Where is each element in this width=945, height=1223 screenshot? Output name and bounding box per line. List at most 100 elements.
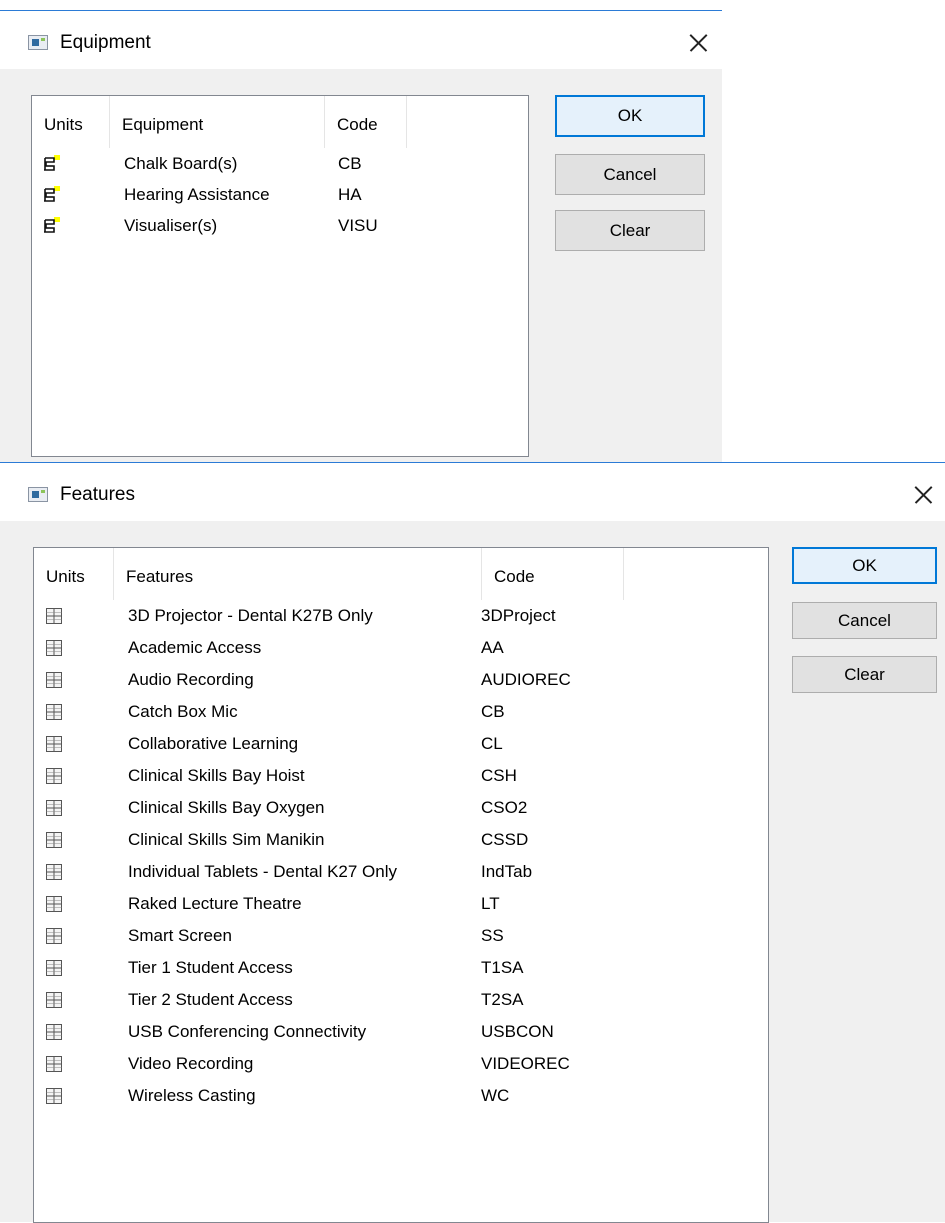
list-item[interactable]: Wireless Casting WC [34, 1080, 768, 1111]
features-list-header: Units Features Code [34, 548, 768, 600]
item-code: AA [481, 638, 504, 657]
list-item[interactable]: Audio Recording AUDIOREC [34, 664, 768, 695]
item-code: CB [338, 154, 362, 173]
list-item[interactable]: Tier 2 Student Access T2SA [34, 984, 768, 1015]
list-item[interactable]: Tier 1 Student Access T1SA [34, 952, 768, 983]
feature-grid-icon [44, 702, 64, 722]
features-list[interactable]: Units Features Code 3D Projector - Denta… [33, 547, 769, 1223]
feature-grid-icon [44, 734, 64, 754]
column-header-units[interactable]: Units [32, 96, 110, 148]
feature-grid-icon [44, 766, 64, 786]
features-dialog-title: Features [60, 484, 135, 505]
item-code: USBCON [481, 1022, 554, 1041]
equipment-icon [42, 185, 62, 205]
item-code: AUDIOREC [481, 670, 571, 689]
features-dialog: Features Units Features Code 3D Projecto… [0, 462, 945, 1223]
item-code: IndTab [481, 862, 533, 881]
column-header-units[interactable]: Units [34, 548, 114, 600]
feature-grid-icon [44, 1022, 64, 1042]
list-item[interactable]: Clinical Skills Bay Oxygen CSO2 [34, 792, 768, 823]
item-code: VIDEOREC [481, 1054, 570, 1073]
app-window-icon [28, 487, 48, 502]
feature-grid-icon [44, 606, 64, 626]
column-header-features[interactable]: Features [114, 548, 482, 600]
item-name: USB Conferencing Connectivity [128, 1022, 367, 1041]
column-header-code[interactable]: Code [325, 96, 407, 148]
item-name: Visualiser(s) [124, 216, 218, 235]
item-code: CL [481, 734, 503, 753]
cancel-button[interactable]: Cancel [555, 154, 705, 195]
feature-grid-icon [44, 990, 64, 1010]
list-item[interactable]: Clinical Skills Sim Manikin CSSD [34, 824, 768, 855]
list-item[interactable]: Raked Lecture Theatre LT [34, 888, 768, 919]
item-code: CSSD [481, 830, 529, 849]
list-item[interactable]: Individual Tablets - Dental K27 Only IndT… [34, 856, 768, 887]
cancel-button[interactable]: Cancel [792, 602, 937, 639]
item-name: Clinical Skills Bay Oxygen [128, 798, 325, 817]
equipment-dialog: Equipment Units Equipment Code Chalk Boa… [0, 10, 722, 462]
equipment-titlebar: Equipment [0, 11, 722, 69]
list-item[interactable]: Visualiser(s) VISU [32, 210, 528, 241]
item-name: Clinical Skills Bay Hoist [128, 766, 305, 785]
item-name: Academic Access [128, 638, 262, 657]
item-name: Chalk Board(s) [124, 154, 238, 173]
close-icon[interactable] [903, 477, 943, 513]
item-name: Video Recording [128, 1054, 254, 1073]
equipment-icon [42, 216, 62, 236]
close-icon[interactable] [678, 25, 718, 61]
ok-button[interactable]: OK [792, 547, 937, 584]
item-name: Smart Screen [128, 926, 232, 945]
item-name: Tier 2 Student Access [128, 990, 293, 1009]
list-item[interactable]: Academic Access AA [34, 632, 768, 663]
item-name: Clinical Skills Sim Manikin [128, 830, 325, 849]
item-name: 3D Projector - Dental K27B Only [128, 606, 373, 625]
item-code: T2SA [481, 990, 524, 1009]
feature-grid-icon [44, 1086, 64, 1106]
clear-button[interactable]: Clear [792, 656, 937, 693]
equipment-list-header: Units Equipment Code [32, 96, 528, 148]
item-name: Hearing Assistance [124, 185, 270, 204]
item-code: SS [481, 926, 504, 945]
item-code: WC [481, 1086, 510, 1105]
item-code: 3DProject [481, 606, 556, 625]
equipment-icon [42, 154, 62, 174]
list-item[interactable]: USB Conferencing Connectivity USBCON [34, 1016, 768, 1047]
item-name: Catch Box Mic [128, 702, 238, 721]
item-code: CB [481, 702, 505, 721]
feature-grid-icon [44, 798, 64, 818]
item-name: Raked Lecture Theatre [128, 894, 302, 913]
item-code: HA [338, 185, 362, 204]
feature-grid-icon [44, 894, 64, 914]
list-item[interactable]: Collaborative Learning CL [34, 728, 768, 759]
feature-grid-icon [44, 862, 64, 882]
column-header-code[interactable]: Code [482, 548, 624, 600]
list-item[interactable]: Catch Box Mic CB [34, 696, 768, 727]
item-code: T1SA [481, 958, 524, 977]
features-titlebar: Features [0, 463, 945, 521]
item-name: Wireless Casting [128, 1086, 256, 1105]
list-item[interactable]: 3D Projector - Dental K27B Only 3DProject [34, 600, 768, 631]
feature-grid-icon [44, 830, 64, 850]
item-code: LT [481, 894, 500, 913]
equipment-dialog-title: Equipment [60, 32, 151, 53]
feature-grid-icon [44, 1054, 64, 1074]
feature-grid-icon [44, 670, 64, 690]
ok-button[interactable]: OK [555, 95, 705, 137]
clear-button[interactable]: Clear [555, 210, 705, 251]
feature-grid-icon [44, 638, 64, 658]
list-item[interactable]: Hearing Assistance HA [32, 179, 528, 210]
list-item[interactable]: Smart Screen SS [34, 920, 768, 951]
list-item[interactable]: Video Recording VIDEOREC [34, 1048, 768, 1079]
item-code: CSH [481, 766, 517, 785]
item-code: CSO2 [481, 798, 528, 817]
feature-grid-icon [44, 926, 64, 946]
item-name: Individual Tablets - Dental K27 Only [128, 862, 398, 881]
app-window-icon [28, 35, 48, 50]
column-header-equipment[interactable]: Equipment [110, 96, 325, 148]
list-item[interactable]: Clinical Skills Bay Hoist CSH [34, 760, 768, 791]
item-name: Collaborative Learning [128, 734, 299, 753]
equipment-list[interactable]: Units Equipment Code Chalk Board(s) CB Hea… [31, 95, 529, 457]
feature-grid-icon [44, 958, 64, 978]
list-item[interactable]: Chalk Board(s) CB [32, 148, 528, 179]
item-name: Tier 1 Student Access [128, 958, 293, 977]
